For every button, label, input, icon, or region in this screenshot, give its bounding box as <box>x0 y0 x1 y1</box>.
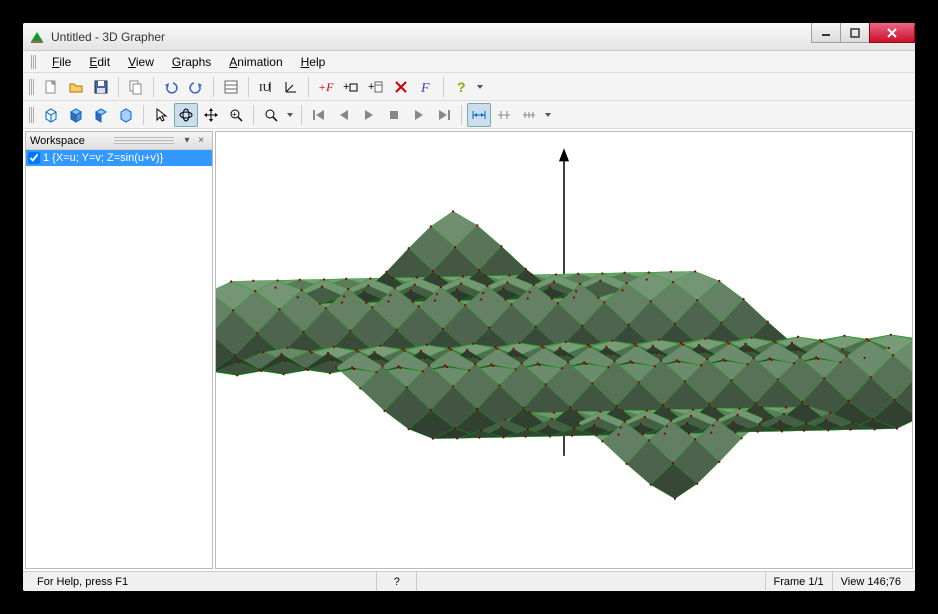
undo-button[interactable] <box>159 75 183 99</box>
delete-button[interactable] <box>389 75 413 99</box>
move-button[interactable] <box>199 103 223 127</box>
separator-icon <box>443 77 444 97</box>
workspace-header: Workspace ▾ × <box>26 132 212 150</box>
toolbar-grip-icon <box>29 107 34 123</box>
menu-animation[interactable]: Animation <box>221 53 290 71</box>
cube-light-button[interactable] <box>114 103 138 127</box>
dimension-h3-button[interactable] <box>517 103 541 127</box>
axes-u-button[interactable]: IU <box>254 75 278 99</box>
graph-surface-icon <box>216 132 912 568</box>
svg-text:?: ? <box>457 79 466 95</box>
menu-help[interactable]: Help <box>293 53 334 71</box>
separator-icon <box>308 77 309 97</box>
workspace-panel: Workspace ▾ × 1 {X=u; Y=v; Z=sin(u+v)} <box>25 131 213 569</box>
toolbar-2: + <box>23 101 915 129</box>
separator-icon <box>153 77 154 97</box>
function-italic-button[interactable]: F <box>414 75 438 99</box>
status-help: For Help, press F1 <box>29 572 376 591</box>
status-view: View 146;76 <box>832 572 909 591</box>
add-box-button[interactable]: + <box>339 75 363 99</box>
minimize-button[interactable] <box>811 23 841 43</box>
close-button[interactable] <box>869 23 915 43</box>
statusbar: For Help, press F1 ? Frame 1/1 View 146;… <box>23 571 915 591</box>
3d-viewport[interactable] <box>215 131 913 569</box>
close-panel-icon[interactable]: × <box>194 135 208 146</box>
separator-icon <box>253 105 254 125</box>
toolbar-1: IU +F + + F ? <box>23 73 915 101</box>
menu-file[interactable]: File <box>44 53 79 71</box>
save-button[interactable] <box>89 75 113 99</box>
content-area: Workspace ▾ × 1 {X=u; Y=v; Z=sin(u+v)} <box>23 129 915 571</box>
help-button[interactable]: ? <box>449 75 473 99</box>
add-function-button[interactable]: +F <box>314 75 338 99</box>
menu-edit[interactable]: Edit <box>81 53 118 71</box>
menu-graphs[interactable]: Graphs <box>164 53 219 71</box>
svg-text:+: + <box>232 110 237 119</box>
next-frame-button[interactable] <box>407 103 431 127</box>
status-frame: Frame 1/1 <box>765 572 832 591</box>
axes-l-button[interactable] <box>279 75 303 99</box>
cube-solid-button[interactable] <box>64 103 88 127</box>
magnify-button[interactable] <box>259 103 283 127</box>
play-button[interactable] <box>357 103 381 127</box>
maximize-button[interactable] <box>840 23 870 43</box>
separator-icon <box>213 77 214 97</box>
dimension-h-button[interactable] <box>467 103 491 127</box>
status-hint: ? <box>376 572 416 591</box>
stop-button[interactable] <box>382 103 406 127</box>
first-frame-button[interactable] <box>307 103 331 127</box>
svg-text:+: + <box>343 81 349 93</box>
titlebar: Untitled - 3D Grapher <box>23 23 915 51</box>
separator-icon <box>143 105 144 125</box>
separator-icon <box>301 105 302 125</box>
dropdown-icon[interactable] <box>474 75 486 99</box>
separator-icon <box>248 77 249 97</box>
app-icon <box>29 29 45 45</box>
prev-frame-button[interactable] <box>332 103 356 127</box>
last-frame-button[interactable] <box>432 103 456 127</box>
add-sheet-button[interactable]: + <box>364 75 388 99</box>
pin-icon[interactable]: ▾ <box>180 135 194 146</box>
rotate-button[interactable] <box>174 103 198 127</box>
copy-button[interactable] <box>124 75 148 99</box>
open-file-button[interactable] <box>64 75 88 99</box>
cube-wireframe-button[interactable] <box>39 103 63 127</box>
separator-icon <box>118 77 119 97</box>
menu-view[interactable]: View <box>120 53 162 71</box>
dimension-h2-button[interactable] <box>492 103 516 127</box>
new-file-button[interactable] <box>39 75 63 99</box>
svg-text:+: + <box>368 81 374 93</box>
menubar: File Edit View Graphs Animation Help <box>23 51 915 73</box>
properties-button[interactable] <box>219 75 243 99</box>
status-spacer <box>416 572 764 591</box>
app-window: Untitled - 3D Grapher File Edit View Gra… <box>19 19 919 595</box>
window-title: Untitled - 3D Grapher <box>51 30 812 44</box>
pointer-button[interactable] <box>149 103 173 127</box>
cube-shaded-button[interactable] <box>89 103 113 127</box>
dropdown-icon[interactable] <box>284 103 296 127</box>
menubar-grip-icon <box>31 55 36 69</box>
separator-icon <box>461 105 462 125</box>
dropdown-icon[interactable] <box>542 103 554 127</box>
svg-text:IU: IU <box>259 82 271 94</box>
svg-text:+F: +F <box>318 80 334 94</box>
graph-visibility-checkbox[interactable] <box>28 152 40 164</box>
header-grip-icon <box>114 137 174 145</box>
toolbar-grip-icon <box>29 79 34 95</box>
workspace-title: Workspace <box>30 135 108 147</box>
zoom-button[interactable]: + <box>224 103 248 127</box>
graph-list-item[interactable]: 1 {X=u; Y=v; Z=sin(u+v)} <box>26 150 212 166</box>
svg-text:F: F <box>420 81 430 95</box>
redo-button[interactable] <box>184 75 208 99</box>
graph-label: 1 {X=u; Y=v; Z=sin(u+v)} <box>43 152 163 164</box>
